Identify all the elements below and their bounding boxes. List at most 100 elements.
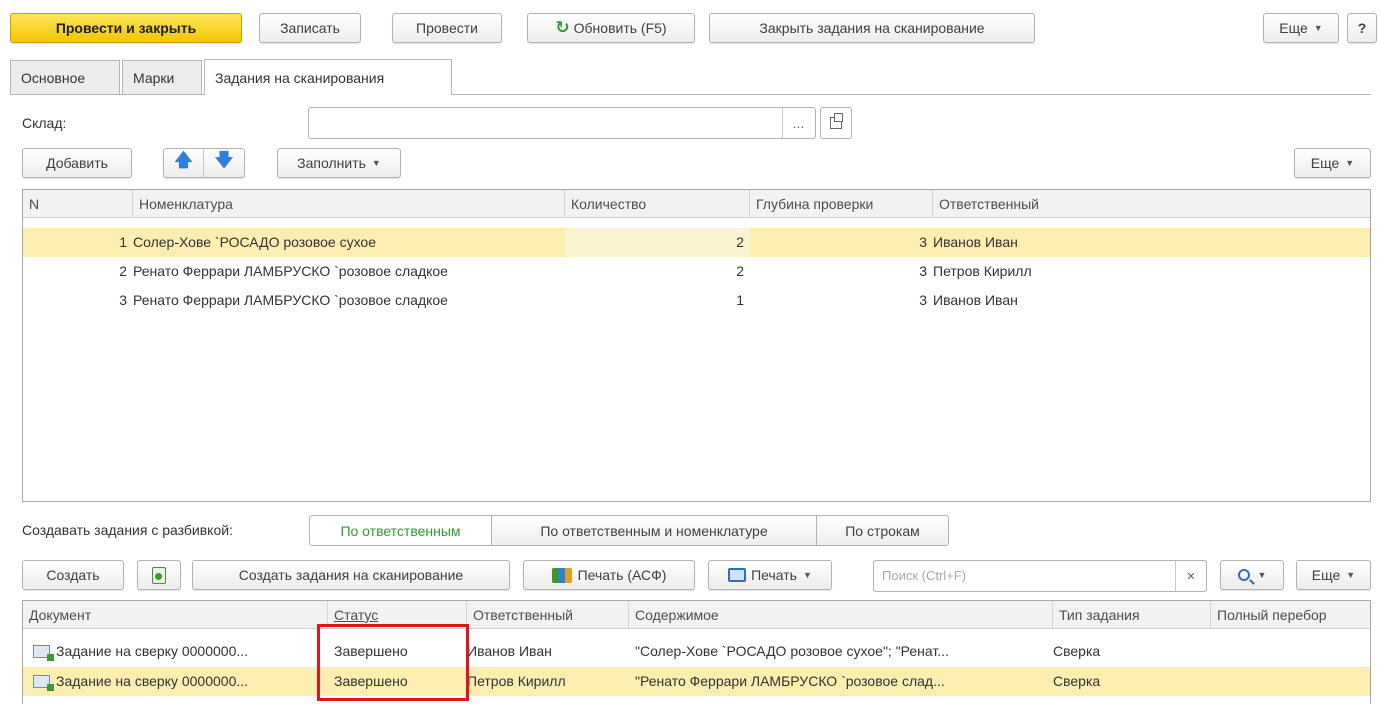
tasks-table[interactable]: Документ Статус Ответственный Содержимое… — [22, 600, 1371, 704]
row-full-search — [1211, 637, 1370, 666]
row-n: 3 — [119, 292, 127, 308]
tab-marks-label: Марки — [133, 69, 175, 86]
row-content: "Ренато Феррари ЛАМБРУСКО `розовое слад.… — [635, 673, 945, 689]
row-depth: 3 — [919, 292, 927, 308]
warehouse-label: Склад: — [22, 115, 67, 131]
col-status[interactable]: Статус — [328, 601, 467, 629]
col-content[interactable]: Содержимое — [629, 601, 1053, 629]
row-document-label: Задание на сверку 0000000... — [56, 643, 249, 659]
row-document: Задание на сверку 0000000... — [27, 637, 328, 666]
split-by-responsible[interactable]: По ответственным — [309, 515, 492, 546]
row-responsible: Иванов Иван — [467, 643, 552, 659]
search-icon — [1237, 569, 1255, 585]
task-document-icon — [33, 675, 54, 691]
row-item: Солер-Хове `РОСАДО розовое сухое — [133, 234, 376, 250]
tab-scan-tasks[interactable]: Задания на сканирования — [204, 59, 452, 95]
split-by-rows[interactable]: По строкам — [816, 515, 949, 546]
table-row[interactable]: Задание на сверку 0000000... Завершено П… — [23, 667, 1370, 696]
col-qty[interactable]: Количество — [565, 190, 750, 218]
row-item: Ренато Феррари ЛАМБРУСКО `розовое сладко… — [133, 263, 448, 279]
refresh-label: Обновить (F5) — [573, 20, 667, 36]
table-row[interactable]: Задание на сверку 0000000... Завершено И… — [23, 637, 1370, 666]
add-button[interactable]: Добавить — [22, 148, 132, 178]
tab-main[interactable]: Основное — [10, 60, 120, 94]
row-task-type: Сверка — [1053, 673, 1101, 689]
row-status: Завершено — [334, 673, 408, 689]
create-scan-tasks-label: Создать задания на сканирование — [238, 567, 464, 583]
row-task-type: Сверка — [1053, 643, 1101, 659]
warehouse-select-button[interactable]: ... — [782, 108, 814, 138]
col-resp[interactable]: Ответственный — [933, 190, 1370, 218]
col-responsible[interactable]: Ответственный — [467, 601, 629, 629]
items-table[interactable]: N Номенклатура Количество Глубина провер… — [22, 189, 1371, 502]
printer-color-icon — [551, 567, 572, 583]
close-icon: × — [1186, 567, 1196, 585]
row-content: "Солер-Хове `РОСАДО розовое сухое"; "Рен… — [635, 643, 949, 659]
help-button[interactable]: ? — [1347, 13, 1377, 43]
post-and-close-label: Провести и закрыть — [55, 20, 197, 36]
create-scan-tasks-button[interactable]: Создать задания на сканирование — [192, 560, 510, 590]
row-qty: 2 — [736, 263, 744, 279]
row-depth: 3 — [919, 263, 927, 279]
split-label: Создавать задания с разбивкой: — [22, 522, 233, 538]
move-up-button[interactable]: 🡅 — [164, 149, 204, 177]
row-depth: 3 — [919, 234, 927, 250]
fill-button[interactable]: Заполнить ▼ — [277, 148, 401, 178]
table-row[interactable]: 1 Солер-Хове `РОСАДО розовое сухое 2 3 И… — [23, 228, 1370, 257]
items-table-header: N Номенклатура Количество Глубина провер… — [23, 190, 1370, 218]
print-asf-button[interactable]: Печать (АСФ) — [523, 560, 695, 590]
row-document: Задание на сверку 0000000... — [27, 667, 328, 696]
search-options-button[interactable]: ▼ — [1220, 560, 1284, 590]
print-button[interactable]: Печать ▼ — [708, 560, 832, 590]
search-input[interactable]: Поиск (Ctrl+F) — [873, 560, 1207, 592]
col-depth[interactable]: Глубина проверки — [750, 190, 933, 218]
more-button[interactable]: Еще ▼ — [1263, 13, 1339, 43]
row-full-search — [1211, 667, 1370, 696]
tab-marks[interactable]: Марки — [122, 60, 202, 94]
col-n[interactable]: N — [23, 190, 133, 218]
chevron-down-icon: ▼ — [1346, 570, 1356, 580]
add-label: Добавить — [46, 155, 108, 171]
row-status: Завершено — [334, 643, 408, 659]
move-down-button[interactable]: 🡇 — [204, 149, 244, 177]
col-document[interactable]: Документ — [23, 601, 328, 629]
split-by-responsible-and-item[interactable]: По ответственным и номенклатуре — [491, 515, 817, 546]
row-responsible: Петров Кирилл — [467, 673, 566, 689]
refresh-button[interactable]: ↻ Обновить (F5) — [527, 13, 695, 43]
tab-main-label: Основное — [21, 69, 86, 86]
warehouse-open-button[interactable] — [820, 107, 852, 139]
table2-more-button[interactable]: Еще ▼ — [1296, 560, 1371, 590]
create-label: Создать — [46, 567, 100, 583]
post-button[interactable]: Провести — [392, 13, 502, 43]
post-label: Провести — [416, 20, 478, 36]
col-task-type[interactable]: Тип задания — [1053, 601, 1211, 629]
row-n: 1 — [119, 234, 127, 250]
table2-more-label: Еще — [1311, 567, 1341, 583]
row-qty: 1 — [736, 292, 744, 308]
table-row[interactable]: 3 Ренато Феррари ЛАМБРУСКО `розовое слад… — [23, 286, 1370, 315]
close-scan-tasks-button[interactable]: Закрыть задания на сканирование — [709, 13, 1035, 43]
search-clear-button[interactable]: × — [1175, 561, 1206, 591]
save-button[interactable]: Записать — [259, 13, 361, 43]
post-and-close-button[interactable]: Провести и закрыть — [10, 13, 242, 43]
task-document-icon — [33, 645, 54, 661]
select-dots: ... — [792, 115, 805, 131]
col-full-search[interactable]: Полный перебор — [1211, 601, 1370, 629]
chevron-down-icon: ▼ — [802, 570, 812, 580]
row-resp: Иванов Иван — [933, 292, 1018, 308]
close-scan-tasks-label: Закрыть задания на сканирование — [759, 20, 985, 36]
split-option-label: По строкам — [845, 522, 920, 539]
create-copy-button[interactable] — [137, 560, 181, 590]
split-option-label: По ответственным и номенклатуре — [540, 522, 768, 539]
printer-icon — [728, 568, 747, 582]
chevron-down-icon: ▼ — [1345, 158, 1355, 168]
table1-more-button[interactable]: Еще ▼ — [1294, 148, 1371, 178]
chevron-down-icon: ▼ — [371, 158, 381, 168]
table-row[interactable]: 2 Ренато Феррари ЛАМБРУСКО `розовое слад… — [23, 257, 1370, 286]
refresh-icon: ↻ — [555, 18, 570, 37]
fill-label: Заполнить — [297, 155, 366, 171]
warehouse-input[interactable] — [308, 107, 816, 139]
col-item[interactable]: Номенклатура — [133, 190, 565, 218]
tab-scan-tasks-label: Задания на сканирования — [215, 69, 385, 86]
create-button[interactable]: Создать — [22, 560, 124, 590]
